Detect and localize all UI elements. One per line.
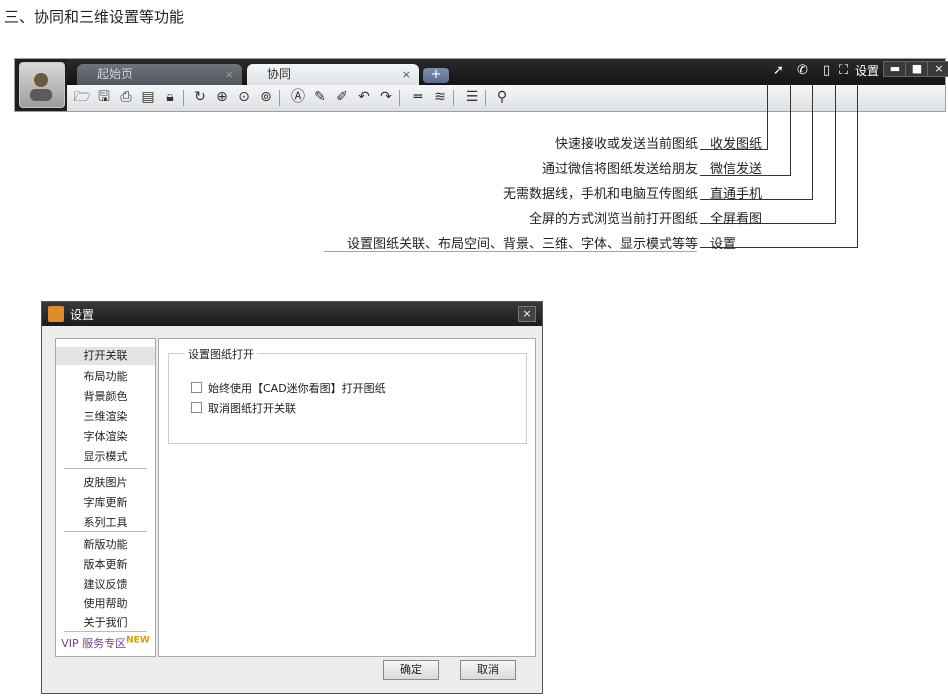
nav-item-font-render[interactable]: 字体渲染	[56, 428, 155, 444]
callout-line	[790, 84, 791, 176]
nav-item-about[interactable]: 关于我们	[56, 614, 155, 630]
nav-item-skin[interactable]: 皮肤图片	[56, 474, 155, 490]
open-folder-icon[interactable]: 🗁	[73, 88, 91, 106]
new-tab-button[interactable]: +	[423, 68, 449, 83]
nav-divider	[64, 531, 147, 532]
toolbar-separator	[279, 90, 280, 106]
page-heading: 三、协同和三维设置等功能	[4, 8, 185, 26]
checkbox[interactable]	[191, 382, 202, 393]
toolbar-separator	[399, 90, 400, 106]
callout-line	[835, 84, 836, 224]
undo-icon[interactable]: ↶	[355, 88, 373, 106]
checkbox[interactable]	[191, 402, 202, 413]
zoom-window-icon[interactable]: ⊙	[235, 88, 253, 106]
save-icon[interactable]: 🖫	[95, 88, 113, 106]
nav-item-display-mode[interactable]: 显示模式	[56, 448, 155, 464]
option-label: 始终使用【CAD迷你看图】打开图纸	[208, 382, 386, 395]
callout-line	[767, 84, 768, 150]
pdf-icon[interactable]: ▤	[139, 88, 157, 106]
nav-divider	[64, 468, 147, 469]
pen-icon[interactable]: ✎	[311, 88, 329, 106]
callout-label: 微信发送	[710, 162, 763, 177]
nav-item-3d-render[interactable]: 三维渲染	[56, 408, 155, 424]
new-badge: NEW	[126, 635, 150, 646]
nav-item-new-features[interactable]: 新版功能	[56, 536, 155, 552]
maximize-button[interactable]: ■	[905, 61, 929, 77]
callout-description: 设置图纸关联、布局空间、背景、三维、字体、显示模式等等	[346, 237, 698, 252]
measure-icon[interactable]: ↻	[191, 88, 209, 106]
nav-item-background[interactable]: 背景颜色	[56, 388, 155, 404]
lock-icon[interactable]: 🔒︎	[161, 88, 179, 106]
group-title: 设置图纸打开	[185, 346, 257, 362]
tab-close-icon[interactable]: ×	[402, 64, 411, 85]
user-avatar-icon	[30, 73, 52, 101]
dialog-titlebar: 设置 ×	[42, 302, 542, 326]
spellcheck-underline	[324, 251, 697, 252]
app-logo-icon	[48, 306, 64, 322]
dimension-icon[interactable]: ≋	[431, 88, 449, 106]
print-icon[interactable]: ⎙	[117, 88, 135, 106]
settings-button[interactable]: 设置	[855, 62, 879, 79]
nav-item-feedback[interactable]: 建议反馈	[56, 576, 155, 592]
callout-description: 全屏的方式浏览当前打开图纸	[528, 212, 698, 227]
fullscreen-icon[interactable]: ⛶	[839, 63, 848, 78]
callout-label: 设置	[710, 237, 737, 252]
app-toolbar: 起始页 × 协同_44363C_722614477.d... × + ➚ ✆ ▯…	[14, 58, 948, 112]
settings-nav: 打开关联 布局功能 背景颜色 三维渲染 字体渲染 显示模式 皮肤图片 字库更新 …	[55, 338, 156, 657]
toolbar-separator	[183, 90, 184, 106]
stamp-icon[interactable]: ⚲	[493, 88, 511, 106]
settings-content: 设置图纸打开 始终使用【CAD迷你看图】打开图纸 取消图纸打开关联	[158, 338, 536, 657]
toolbar-separator	[485, 90, 486, 106]
layers-icon[interactable]: ☰	[463, 88, 481, 106]
zoom-extent-icon[interactable]: ⊚	[257, 88, 275, 106]
minimize-button[interactable]: ▬	[883, 61, 907, 77]
callout-label: 直通手机	[710, 187, 763, 202]
callout-description: 快速接收或发送当前图纸	[554, 137, 698, 152]
option-always-use[interactable]: 始终使用【CAD迷你看图】打开图纸	[191, 380, 386, 396]
ruler-icon[interactable]: ═	[409, 88, 427, 106]
option-cancel-association[interactable]: 取消图纸打开关联	[191, 400, 296, 416]
tab-drawing[interactable]: 协同_44363C_722614477.d... ×	[247, 64, 419, 102]
share-icon[interactable]: ➚	[773, 63, 784, 78]
toolbar-separator	[453, 90, 454, 106]
ok-button[interactable]: 确定	[383, 660, 439, 680]
nav-item-vip[interactable]: VIP 服务专区NEW	[56, 635, 155, 651]
cancel-button[interactable]: 取消	[460, 660, 516, 680]
text-icon[interactable]: Ⓐ	[289, 88, 307, 106]
callout-label: 全屏看图	[710, 212, 763, 227]
dialog-title: 设置	[70, 308, 95, 322]
open-settings-group: 设置图纸打开 始终使用【CAD迷你看图】打开图纸 取消图纸打开关联	[168, 346, 527, 444]
user-avatar[interactable]	[19, 62, 65, 108]
zoom-in-icon[interactable]: ⊕	[213, 88, 231, 106]
nav-item-help[interactable]: 使用帮助	[56, 595, 155, 611]
vip-label: VIP 服务专区	[61, 637, 127, 650]
nav-item-open-association[interactable]: 打开关联	[56, 347, 155, 365]
tab-bar: 起始页 × 协同_44363C_722614477.d... × + ➚ ✆ ▯…	[67, 59, 948, 102]
option-label: 取消图纸打开关联	[208, 402, 296, 415]
tab-close-icon[interactable]: ×	[225, 64, 234, 85]
callout-line	[812, 84, 813, 200]
nav-item-font-update[interactable]: 字库更新	[56, 494, 155, 510]
close-window-button[interactable]: ×	[927, 61, 948, 77]
phone-icon[interactable]: ▯	[823, 63, 830, 78]
nav-item-layout[interactable]: 布局功能	[56, 368, 155, 384]
highlighter-icon[interactable]: ✐	[333, 88, 351, 106]
callout-line	[857, 84, 858, 248]
settings-dialog: 设置 × 打开关联 布局功能 背景颜色 三维渲染 字体渲染 显示模式 皮肤图片 …	[41, 301, 543, 694]
wechat-icon[interactable]: ✆	[797, 63, 808, 78]
tab-label: 起始页	[97, 67, 134, 81]
callout-description: 通过微信将图纸发送给朋友	[541, 162, 698, 177]
nav-item-version-update[interactable]: 版本更新	[56, 556, 155, 572]
callout-label: 收发图纸	[710, 137, 763, 152]
callout-description: 无需数据线，手机和电脑互传图纸	[502, 187, 698, 202]
nav-item-tools[interactable]: 系列工具	[56, 514, 155, 530]
nav-divider	[64, 631, 147, 632]
dialog-close-button[interactable]: ×	[518, 306, 536, 322]
tool-row: 🗁 🖫 ⎙ ▤ 🔒︎ ↻ ⊕ ⊙ ⊚ Ⓐ ✎ ✐ ↶ ↷ ═ ≋ ☰ ⚲	[67, 85, 945, 111]
tab-start-page[interactable]: 起始页 ×	[77, 64, 242, 85]
redo-icon[interactable]: ↷	[377, 88, 395, 106]
